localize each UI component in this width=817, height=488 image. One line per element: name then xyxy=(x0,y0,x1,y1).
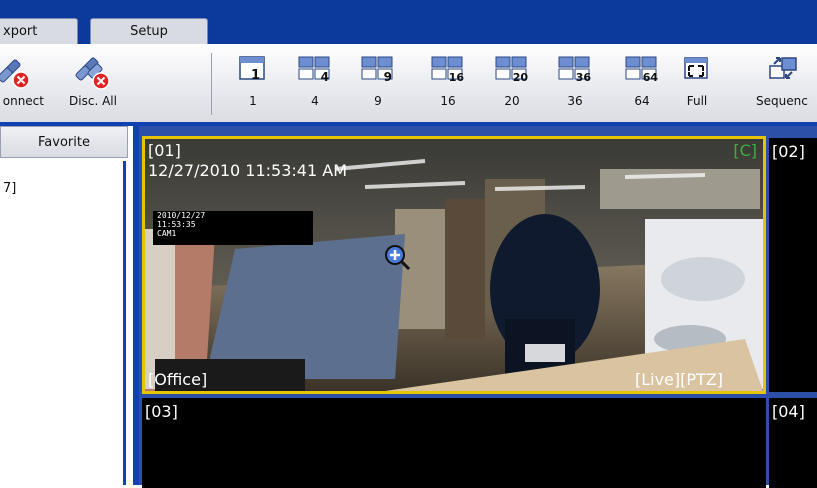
layout-4-button[interactable]: 4 4 xyxy=(280,48,350,116)
layout-36-label: 36 xyxy=(567,94,583,108)
camera-id: [04] xyxy=(772,402,805,421)
layout-16-label: 16 xyxy=(440,94,456,108)
camera-name: [Office] xyxy=(148,370,208,389)
favorite-list: 7] xyxy=(0,161,126,485)
left-panel: Favorite 7] xyxy=(0,126,133,485)
fullscreen-icon xyxy=(684,57,708,79)
camera-tile-03[interactable]: [03] xyxy=(142,398,766,488)
layout-16-icon: 16 xyxy=(431,56,465,84)
full-screen-button[interactable]: Full xyxy=(662,48,732,116)
layout-64-icon: 64 xyxy=(625,56,659,84)
tab-bar: xport Setup xyxy=(0,0,817,44)
connect-icon xyxy=(0,59,30,89)
osd-overlay: 2010/12/27 11:53:35 CAM1 xyxy=(153,211,313,245)
layout-36-button[interactable]: 36 36 xyxy=(540,48,610,116)
disconnect-all-button[interactable]: Disc. All xyxy=(58,48,128,116)
layout-9-button[interactable]: 9 9 xyxy=(343,48,413,116)
toolbar: onnect Disc. All 1 1 4 4 9 9 16 16 20 20… xyxy=(0,44,817,122)
disconnect-all-icon xyxy=(75,57,110,90)
camera-id: [03] xyxy=(145,402,178,421)
disconnect-all-label: Disc. All xyxy=(69,94,117,108)
toolbar-divider xyxy=(211,53,212,115)
layout-20-icon: 20 xyxy=(495,56,529,84)
camera-id: [02] xyxy=(772,142,805,161)
svg-text:16: 16 xyxy=(449,71,465,84)
layout-1-label: 1 xyxy=(249,94,257,108)
video-grid: 2010/12/27 11:53:35 CAM1 [01] 12/27/2010… xyxy=(139,126,817,488)
tab-export[interactable]: xport xyxy=(0,18,78,44)
camera-datetime: 12/27/2010 11:53:41 AM xyxy=(148,161,347,180)
sequence-button[interactable]: Sequenc xyxy=(748,48,817,116)
ptz-zoom-cursor-icon xyxy=(385,245,411,271)
osd-line: 11:53:35 xyxy=(157,220,196,229)
layout-4-icon: 4 xyxy=(298,56,330,84)
svg-text:36: 36 xyxy=(576,71,592,84)
svg-text:9: 9 xyxy=(384,70,392,84)
sequence-label: Sequenc xyxy=(756,94,808,108)
full-label: Full xyxy=(686,94,708,108)
layout-16-button[interactable]: 16 16 xyxy=(413,48,483,116)
layout-9-label: 9 xyxy=(374,94,382,108)
camera-indicator: [C] xyxy=(733,141,757,160)
osd-line: CAM1 xyxy=(157,229,177,238)
osd-line: 2010/12/27 xyxy=(157,211,206,220)
layout-9-icon: 9 xyxy=(361,56,393,84)
layout-20-button[interactable]: 20 20 xyxy=(477,48,547,116)
layout-1-button[interactable]: 1 1 xyxy=(218,48,288,116)
camera-tile-01[interactable]: 2010/12/27 11:53:35 CAM1 [01] 12/27/2010… xyxy=(142,136,766,394)
svg-text:1: 1 xyxy=(251,68,260,83)
layout-4-label: 4 xyxy=(311,94,319,108)
svg-text:20: 20 xyxy=(513,71,529,84)
connect-button[interactable]: onnect xyxy=(0,48,50,116)
connect-label: onnect xyxy=(2,94,44,108)
list-item[interactable]: 7] xyxy=(3,181,16,196)
camera-status: [Live][PTZ] xyxy=(634,370,723,389)
camera-id: [01] xyxy=(148,141,181,160)
camera-tile-04[interactable]: [04] xyxy=(769,398,817,488)
camera-tile-02[interactable]: [02] xyxy=(769,138,817,392)
svg-text:4: 4 xyxy=(321,70,329,84)
favorite-tab[interactable]: Favorite xyxy=(0,126,128,158)
layout-1-icon: 1 xyxy=(239,56,265,83)
sequence-icon xyxy=(769,57,797,79)
layout-20-label: 20 xyxy=(504,94,520,108)
layout-36-icon: 36 xyxy=(558,56,592,84)
svg-text:64: 64 xyxy=(643,71,659,84)
tab-setup[interactable]: Setup xyxy=(90,18,208,44)
